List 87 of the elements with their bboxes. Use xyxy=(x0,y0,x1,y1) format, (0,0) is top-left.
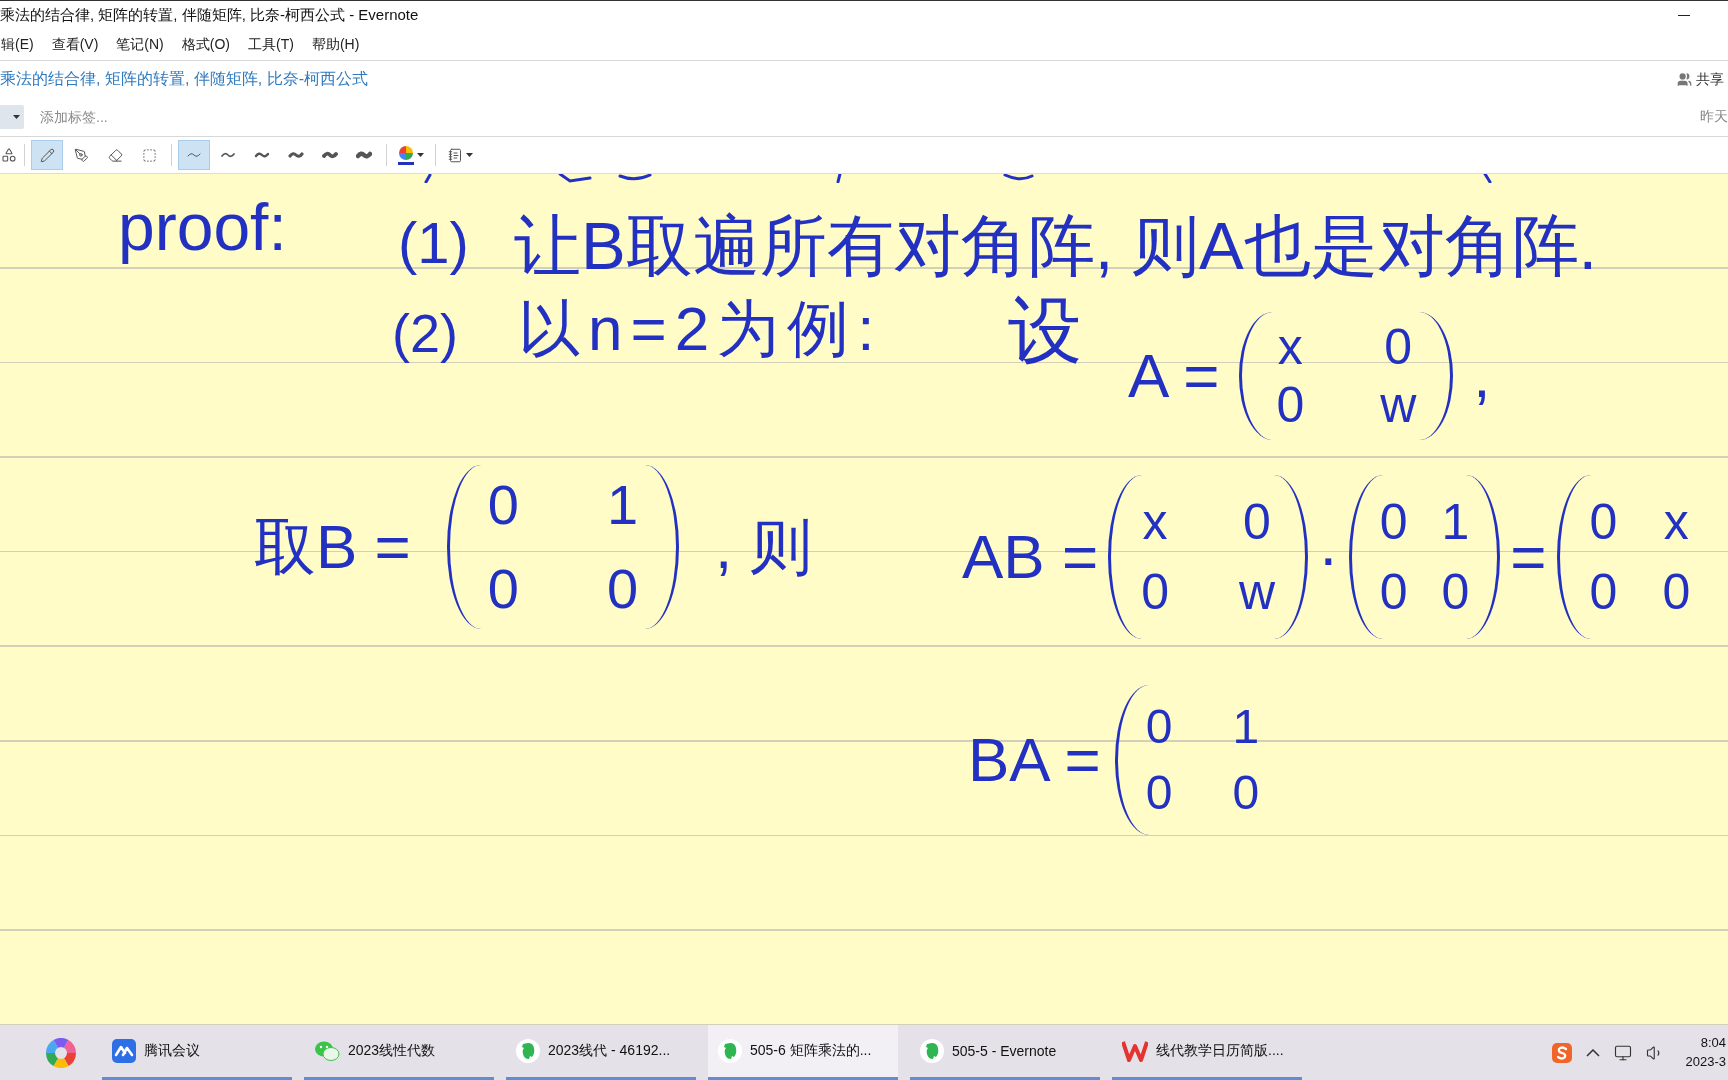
app-logo-icon xyxy=(516,1039,540,1063)
taskbar-app-button[interactable]: 腾讯会议 xyxy=(102,1025,292,1080)
matrix-entry: x xyxy=(1276,322,1304,372)
menu-item[interactable]: 工具(T) xyxy=(247,36,295,54)
app-logo-icon xyxy=(920,1039,944,1063)
handwritten-text: 以n=2为例: xyxy=(518,298,883,360)
dashed-square-icon xyxy=(141,147,157,163)
color-wheel-icon xyxy=(399,145,413,160)
taskbar-app-button[interactable]: 505-5 - Evernote xyxy=(910,1025,1100,1080)
squiggle-icon xyxy=(254,151,270,159)
handwritten-text: BA = xyxy=(968,729,1101,791)
notebook-dropdown[interactable] xyxy=(0,105,24,129)
menu-item[interactable]: 帮助(H) xyxy=(310,36,361,54)
matrix-entry: 0 xyxy=(1441,567,1470,617)
handwritten-text: 设 xyxy=(1008,294,1082,368)
show-hidden-icons-button[interactable] xyxy=(1585,1048,1600,1057)
matrix-entry: 1 xyxy=(1441,497,1470,547)
handwritten-text: 让B取遍所有对角阵, 则A也是对角阵. xyxy=(514,212,1598,279)
matrix-entry: 0 xyxy=(1379,567,1408,617)
window-title: 乘法的结合律, 矩阵的转置, 伴随矩阵, 比奈-柯西公式 - Evernote xyxy=(0,6,419,25)
matrix-entry: 1 xyxy=(606,477,639,533)
squiggle-icon xyxy=(220,151,236,159)
caret-icon xyxy=(465,153,473,157)
squiggle-icon xyxy=(356,151,372,159)
matrix-entry: 0 xyxy=(606,561,639,617)
matrix-entry: 0 xyxy=(1276,380,1305,430)
mountain-logo-icon xyxy=(112,1039,136,1063)
matrix-entry: 1 xyxy=(1232,703,1260,751)
matrix-entry: 0 xyxy=(1662,567,1691,617)
w-logo-icon xyxy=(1122,1040,1148,1062)
handwritten-text: · xyxy=(1318,526,1339,588)
taskbar-app-button[interactable]: 2023线代 - 46192... xyxy=(506,1025,696,1080)
input-method-button[interactable] xyxy=(1551,1042,1572,1063)
clock-time: 8:04 xyxy=(1700,1036,1726,1051)
note-title: 乘法的结合律, 矩阵的转置, 伴随矩阵, 比奈-柯西公式 xyxy=(0,69,368,89)
taskbar-app-button[interactable]: 线代教学日历简版.... xyxy=(1112,1025,1302,1080)
pinned-app-button[interactable] xyxy=(44,1035,78,1070)
chevron-up-icon xyxy=(1585,1048,1600,1057)
taskbar-app-button[interactable]: 505-6 矩阵乘法的... xyxy=(708,1025,898,1080)
squiggle-icon xyxy=(322,151,338,159)
handwritten-text: AB = xyxy=(962,526,1099,588)
minimize-icon xyxy=(1678,15,1690,16)
tag-input-field[interactable]: 添加标签... xyxy=(38,108,222,126)
people-icon xyxy=(1677,72,1692,87)
chat-bubbles-icon xyxy=(314,1040,340,1062)
matrix-entry: w xyxy=(1238,567,1276,617)
matrix-entry: 0 xyxy=(1145,703,1173,751)
matrix-entry: x xyxy=(1662,497,1690,547)
squiggle-icon xyxy=(288,151,304,159)
eraser-icon xyxy=(107,147,123,163)
matrix-entry: 0 xyxy=(1383,322,1414,372)
taskbar-app-button[interactable]: 2023线性代数 xyxy=(304,1025,494,1080)
monitor-icon xyxy=(1613,1043,1632,1062)
handwritten-text: = xyxy=(1510,526,1547,588)
share-button[interactable]: 共享 xyxy=(1677,70,1728,89)
s-logo-icon xyxy=(1551,1042,1572,1063)
handwritten-text: , 则 xyxy=(715,516,812,578)
pen-icon xyxy=(73,147,89,163)
handwritten-text: , xyxy=(1473,345,1491,407)
squiggle-icon xyxy=(186,151,202,159)
matrix-entry: 0 xyxy=(1242,497,1272,547)
matrix-entry: w xyxy=(1380,380,1417,430)
app-logo-icon xyxy=(718,1039,742,1063)
color-wheel-icon xyxy=(46,1037,76,1068)
handwritten-text: 取B = xyxy=(254,516,411,578)
matrix-entry: 0 xyxy=(1589,497,1618,547)
notebook-icon xyxy=(447,147,463,163)
menu-item[interactable]: 笔记(N) xyxy=(115,36,165,54)
caret-icon xyxy=(417,153,424,157)
matrix-entry: 0 xyxy=(1145,769,1173,817)
matrix-entry: x xyxy=(1141,497,1169,547)
matrix-entry: 0 xyxy=(1232,769,1260,817)
handwritten-text: A = xyxy=(1128,345,1220,407)
shapes-icon xyxy=(1,147,17,163)
menu-item[interactable]: 查看(V) xyxy=(50,36,100,54)
pencil-icon xyxy=(39,147,55,163)
matrix-entry: 0 xyxy=(1141,567,1169,617)
caret-icon xyxy=(13,115,20,119)
clock-date: 2023-3 xyxy=(1685,1054,1726,1069)
menu-item[interactable]: 格式(O) xyxy=(180,36,231,54)
updated-date: 昨天 xyxy=(1700,108,1728,126)
matrix-entry: 0 xyxy=(487,561,519,617)
network-button[interactable] xyxy=(1613,1043,1632,1062)
matrix-entry: 0 xyxy=(487,477,519,533)
menu-item[interactable]: 辑(E) xyxy=(0,36,35,54)
matrix-entry: 0 xyxy=(1589,567,1618,617)
matrix-entry: 0 xyxy=(1379,497,1408,547)
